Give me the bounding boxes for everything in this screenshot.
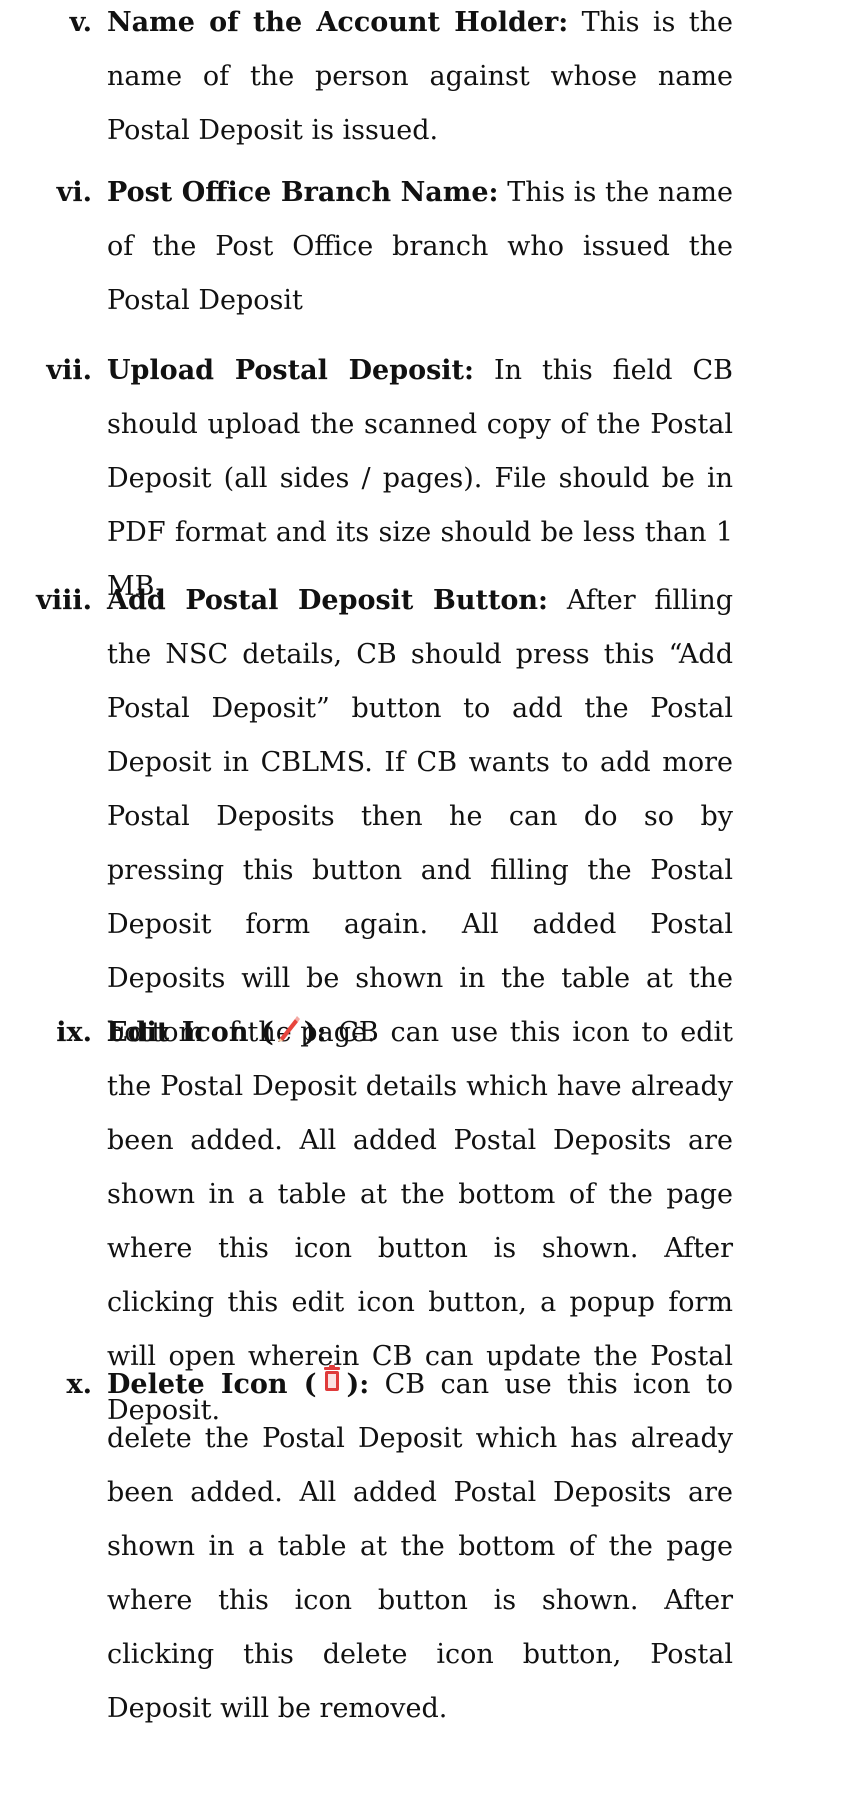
item-term: Upload Postal Deposit: [107, 355, 474, 386]
item-term-prefix: Delete Icon ( [107, 1369, 317, 1400]
item-body: Add Postal Deposit Button: After filling… [107, 574, 733, 1060]
item-body: Name of the Account Holder: This is the … [107, 0, 733, 158]
item-numeral: ix. [56, 1017, 92, 1048]
item-numeral: v. [69, 7, 92, 38]
item-description: In this field CB should upload the scann… [107, 355, 734, 602]
pencil-icon [277, 1013, 301, 1043]
item-term-prefix: Edit Icon ( [107, 1017, 274, 1048]
item-body: Delete Icon (): CB can use this icon to … [107, 1358, 733, 1736]
item-term-suffix: ): [346, 1369, 370, 1400]
item-term: Edit Icon (): [107, 1016, 327, 1048]
item-description: CB can use this icon to delete the Posta… [107, 1369, 733, 1724]
item-description: After filling the NSC details, CB should… [107, 585, 733, 1048]
item-term: Post Office Branch Name: [107, 177, 499, 208]
item-term-suffix: ): [303, 1017, 327, 1048]
item-term: Name of the Account Holder: [107, 7, 569, 38]
item-body: Post Office Branch Name: This is the nam… [107, 166, 733, 328]
item-numeral: vi. [56, 177, 92, 208]
document-page: v. Name of the Account Holder: This is t… [0, 0, 854, 1814]
item-numeral: vii. [46, 355, 92, 386]
item-term: Delete Icon (): [107, 1365, 370, 1400]
item-term: Add Postal Deposit Button: [107, 585, 549, 616]
trash-icon [320, 1365, 344, 1395]
item-numeral: x. [66, 1369, 93, 1400]
item-numeral: viii. [36, 585, 92, 616]
